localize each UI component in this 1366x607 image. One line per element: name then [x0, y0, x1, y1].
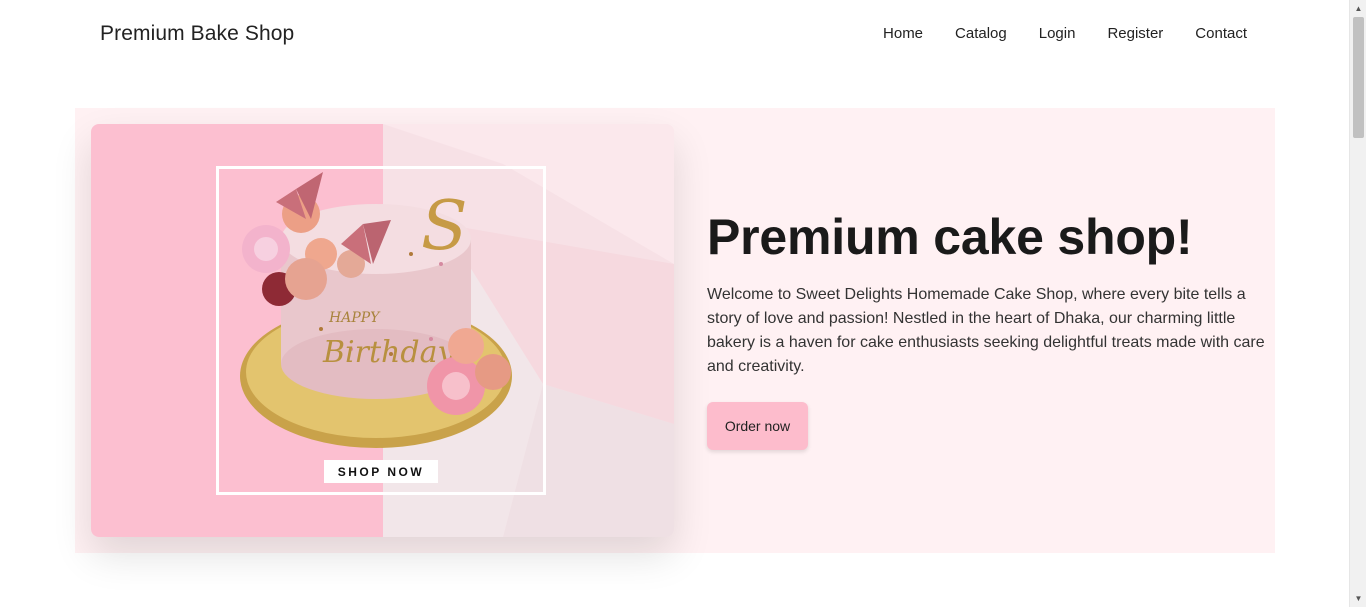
nav-link-home[interactable]: Home	[883, 25, 923, 42]
nav-link-contact[interactable]: Contact	[1195, 25, 1247, 42]
shop-now-label: SHOP NOW	[324, 460, 438, 483]
navbar: Premium Bake Shop Home Catalog Login Reg…	[0, 0, 1349, 70]
nav-link-catalog[interactable]: Catalog	[955, 25, 1007, 42]
nav-link-login[interactable]: Login	[1039, 25, 1076, 42]
nav-link-register[interactable]: Register	[1107, 25, 1163, 42]
hero-description: Welcome to Sweet Delights Homemade Cake …	[707, 286, 1265, 375]
page: Premium Bake Shop Home Catalog Login Reg…	[0, 0, 1349, 607]
order-now-button[interactable]: Order now	[707, 402, 808, 450]
main-nav: Home Catalog Login Register Contact	[851, 25, 1247, 42]
scroll-down-icon[interactable]: ▼	[1350, 590, 1366, 607]
scroll-up-icon[interactable]: ▲	[1350, 0, 1366, 17]
image-frame	[216, 166, 546, 495]
hero-title: Premium cake shop!	[707, 209, 1193, 265]
scrollbar-thumb[interactable]	[1353, 17, 1364, 138]
hero-section: HAPPY Birthday S SHOP NOW Premium cake s…	[75, 108, 1275, 553]
hero-image: HAPPY Birthday S SHOP NOW	[91, 124, 674, 537]
vertical-scrollbar[interactable]: ▲ ▼	[1349, 0, 1366, 607]
brand-logo-text[interactable]: Premium Bake Shop	[100, 22, 294, 46]
